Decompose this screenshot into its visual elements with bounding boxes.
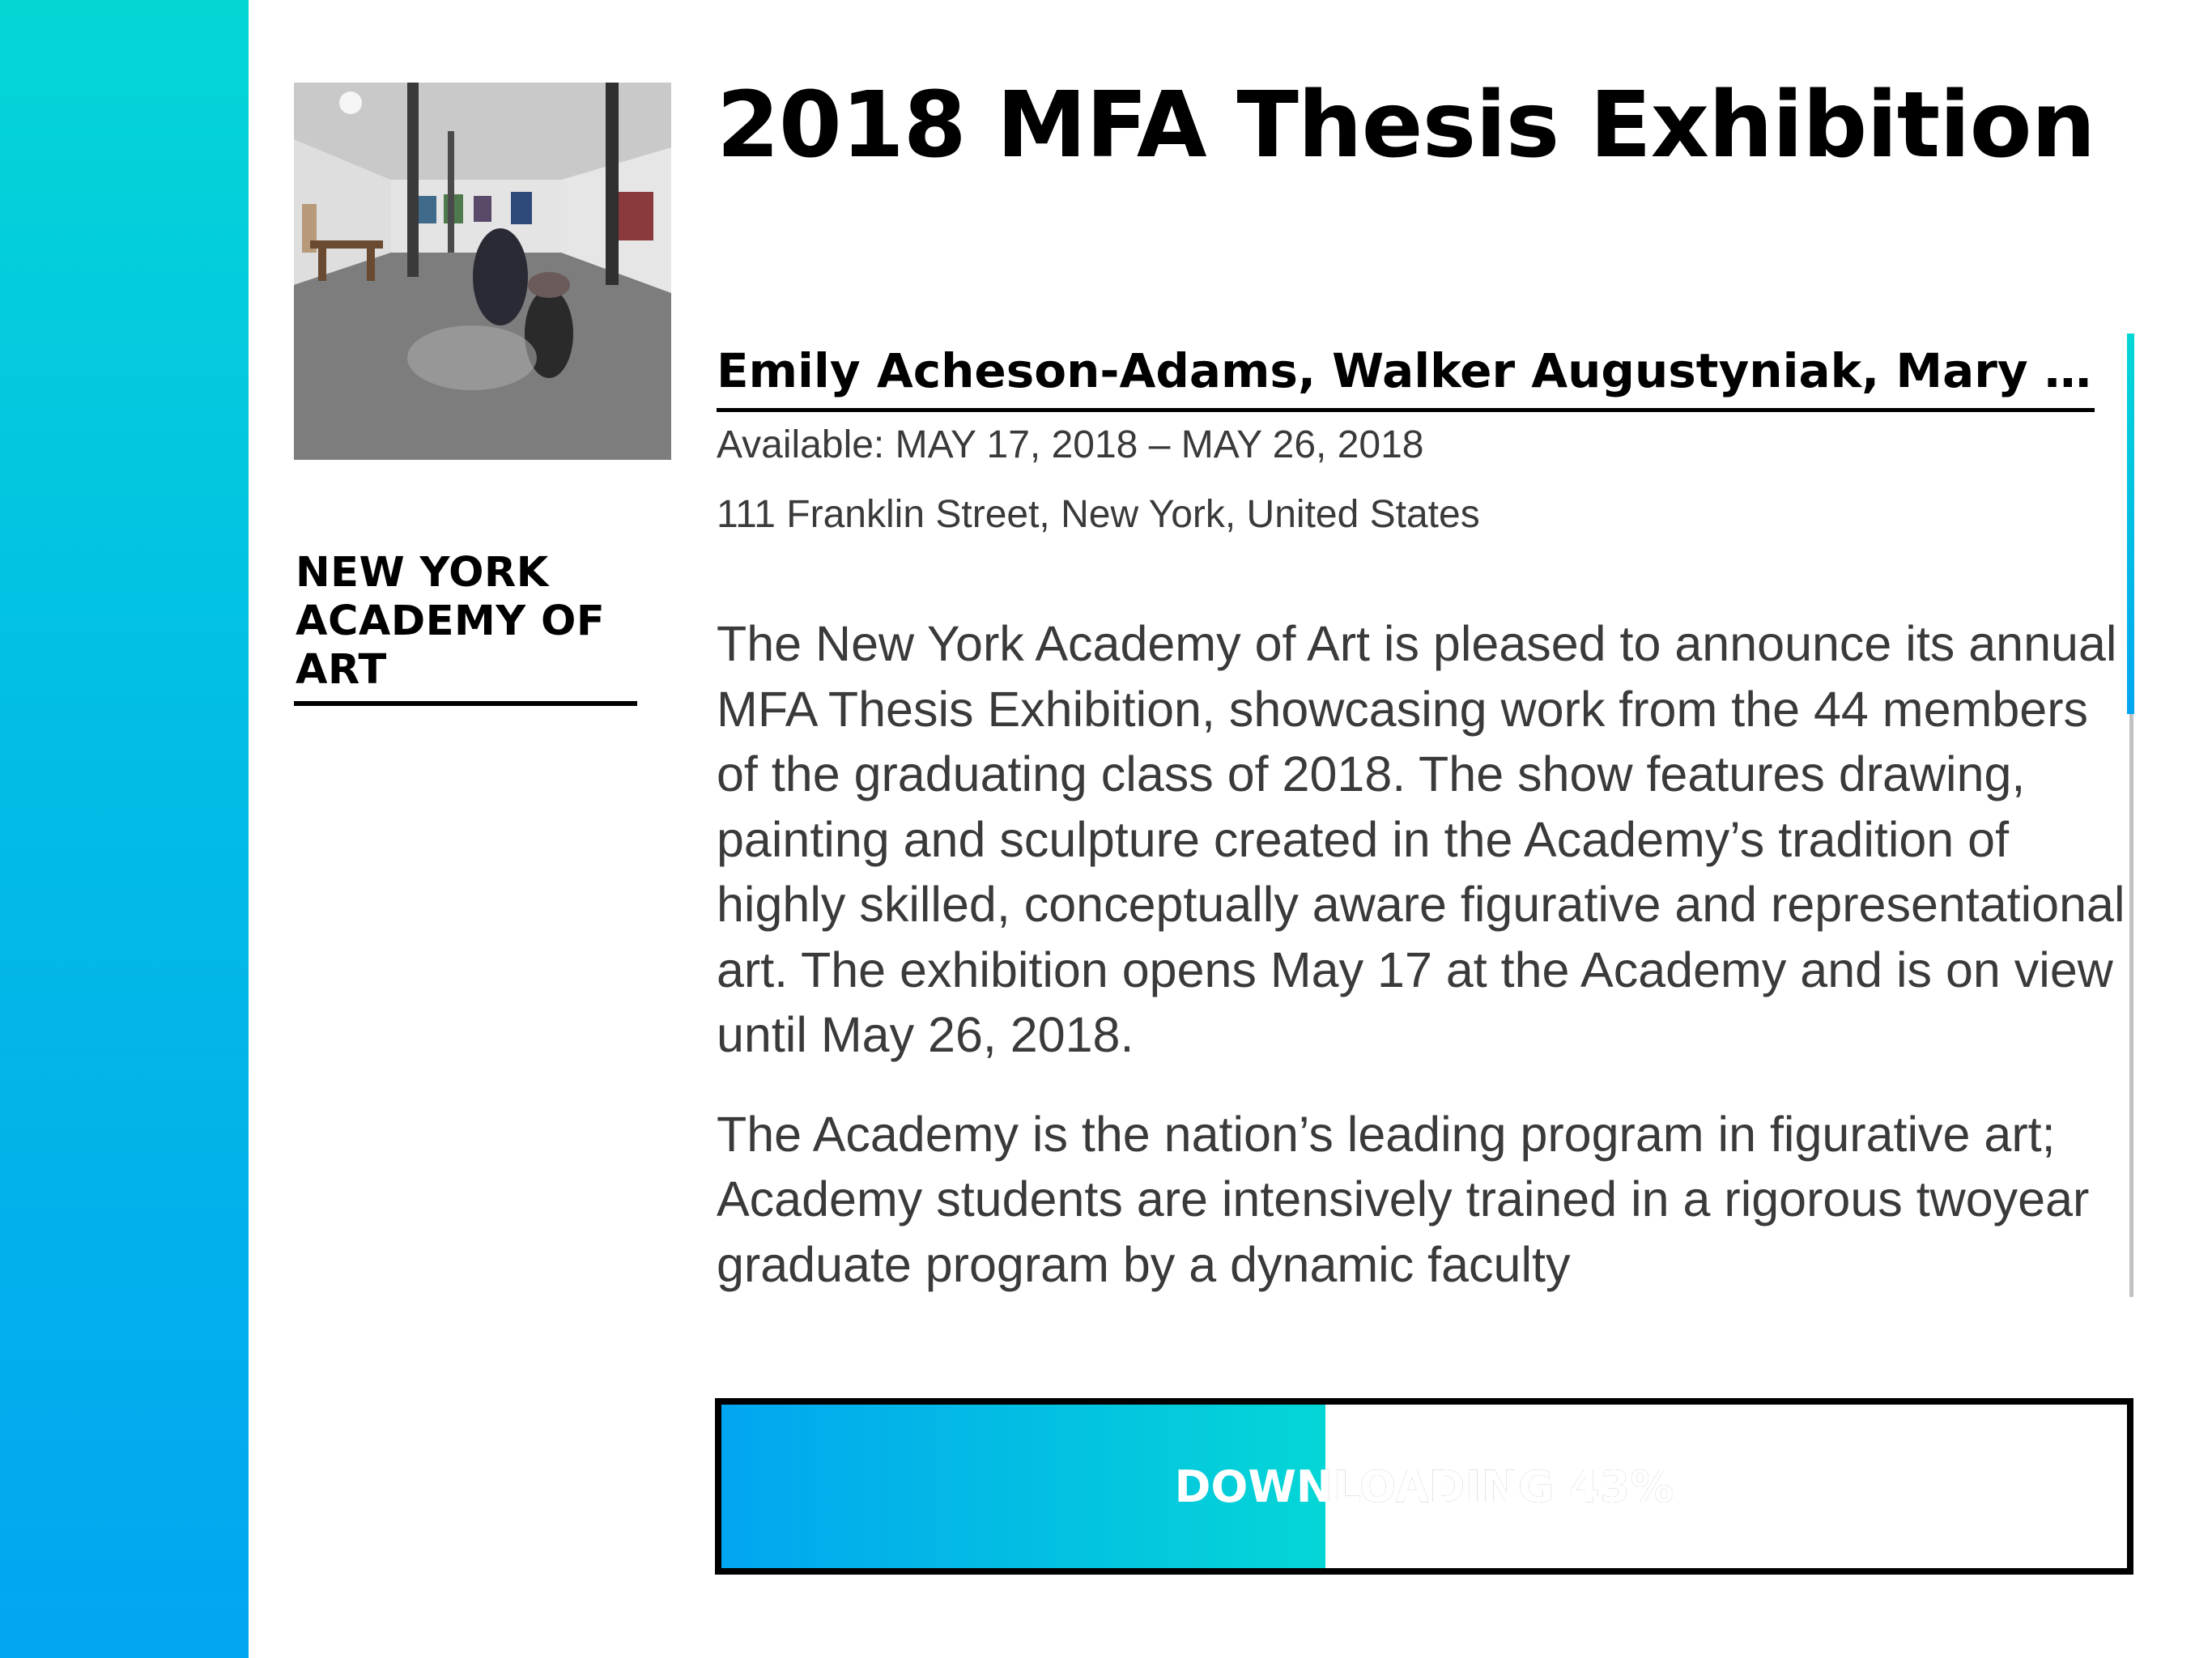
description-paragraph: The New York Academy of Art is pleased t…: [717, 616, 2125, 1062]
exhibition-title: 2018 MFA Thesis Exhibition: [717, 73, 2095, 178]
organization-underline: [294, 701, 637, 706]
exhibition-description[interactable]: The New York Academy of Art is pleased t…: [717, 611, 2142, 1299]
artists-link[interactable]: Emily Acheson-Adams, Walker Augustyniak,…: [717, 338, 2093, 403]
download-progress-fill: DOWNLOADING 43%: [721, 1405, 1674, 1568]
description-scrollbar-thumb[interactable]: [2127, 334, 2134, 714]
organization-name[interactable]: NEW YORK ACADEMY OF ART: [296, 549, 636, 695]
description-paragraph: The Academy is the nation’s leading prog…: [717, 1106, 2090, 1292]
availability-dates: Available: MAY 17, 2018 – MAY 26, 2018: [717, 423, 1424, 466]
download-progress-button[interactable]: DOWNLOADING 43% DOWNLOADING 43%: [715, 1398, 2133, 1575]
exhibition-address: 111 Franklin Street, New York, United St…: [717, 493, 1480, 536]
download-label-overlay: DOWNLOADING 43%: [1174, 1460, 1674, 1512]
gallery-photo-icon: [294, 83, 671, 460]
accent-sidebar: [0, 0, 249, 1658]
exhibition-photo: [294, 83, 671, 460]
artists-underline: [717, 408, 2095, 412]
